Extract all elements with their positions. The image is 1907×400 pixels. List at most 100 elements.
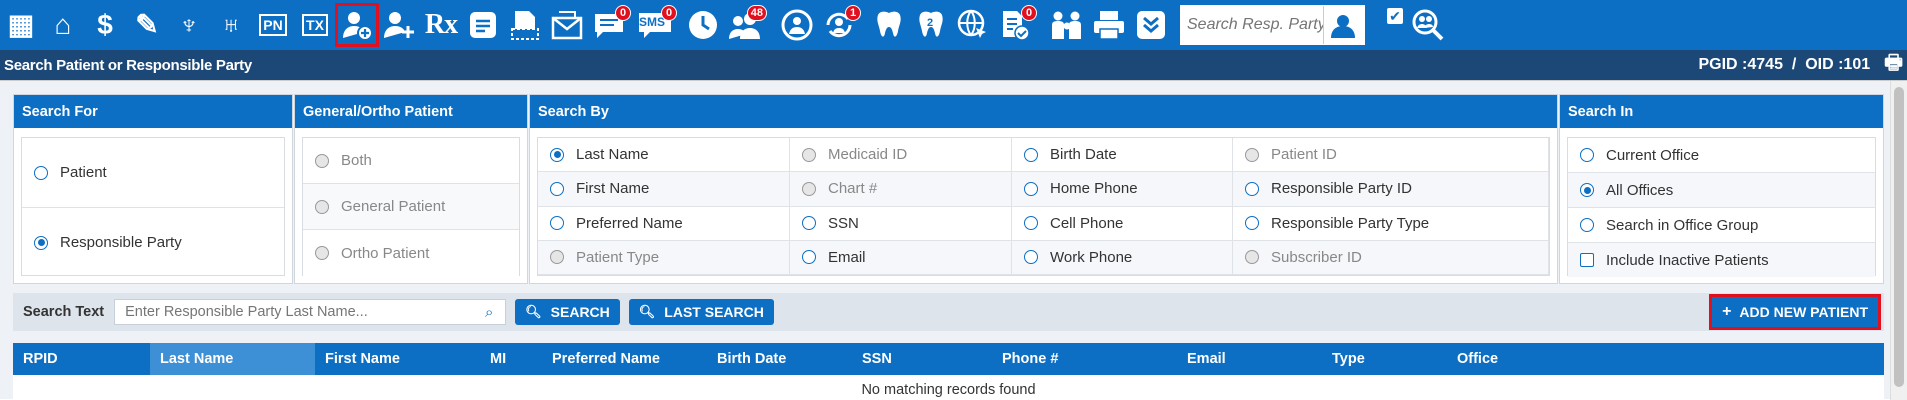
scrollbar-thumb[interactable] xyxy=(1894,87,1904,387)
search-by-responsible-party-id[interactable]: Responsible Party ID xyxy=(1233,172,1549,207)
radio-patient[interactable] xyxy=(34,165,48,180)
column-header-phone[interactable]: Phone # xyxy=(992,343,1177,375)
column-header-preferred-name[interactable]: Preferred Name xyxy=(542,343,707,375)
search-by-ssn[interactable]: SSN xyxy=(790,206,1012,241)
option-label: Patient Type xyxy=(576,248,660,266)
option-label: General Patient xyxy=(341,198,446,215)
globe-glyph xyxy=(781,9,813,41)
radio-general-patient xyxy=(315,199,329,214)
mail-icon[interactable] xyxy=(548,6,586,44)
radio-button[interactable] xyxy=(802,216,816,231)
column-header-ssn[interactable]: SSN xyxy=(852,343,992,375)
add-new-patient-button[interactable]: + ADD NEW PATIENT xyxy=(1709,294,1881,330)
messages-icon[interactable]: 0 xyxy=(590,5,631,44)
group-badge: 48 xyxy=(746,5,767,21)
search-by-cell-phone[interactable]: Cell Phone xyxy=(1012,206,1233,241)
radio-button[interactable] xyxy=(550,147,564,162)
search-in-office-group[interactable]: Search in Office Group xyxy=(1568,208,1875,243)
globe-cursor-icon[interactable] xyxy=(954,6,992,44)
radio-button[interactable] xyxy=(550,181,564,196)
tooth-2-icon[interactable]: 2 xyxy=(912,6,950,44)
include-inactive-patients[interactable]: Include Inactive Patients xyxy=(1568,243,1875,277)
printer-icon[interactable] xyxy=(1090,6,1128,44)
column-header-first-name[interactable]: First Name xyxy=(315,343,480,375)
sms-icon[interactable]: SMS 0 xyxy=(636,5,677,44)
add-patient-icon[interactable] xyxy=(335,3,379,47)
radio-button[interactable] xyxy=(1024,216,1038,231)
search-by-last-name[interactable]: Last Name xyxy=(538,138,790,173)
radio-button[interactable] xyxy=(1024,250,1038,265)
calendar-icon[interactable]: ▦ xyxy=(2,6,40,44)
search-by-first-name[interactable]: First Name xyxy=(538,172,790,207)
clock-icon[interactable] xyxy=(684,6,722,44)
checkbox-include-inactive[interactable] xyxy=(1580,253,1594,267)
search-icon[interactable]: ⌕ xyxy=(475,304,503,321)
expand-down-icon[interactable] xyxy=(1132,6,1170,44)
progress-notes-icon[interactable]: PN xyxy=(254,6,292,44)
tooth-chart-icon[interactable] xyxy=(870,6,908,44)
alert-refresh-icon[interactable]: 1 xyxy=(820,5,861,44)
filter-checkbox[interactable]: ✔ xyxy=(1387,8,1403,24)
radio-button[interactable] xyxy=(1024,181,1038,196)
search-by-chart: Chart # xyxy=(790,172,1012,207)
option-label: Responsible Party ID xyxy=(1271,180,1412,198)
group-search-icon[interactable] xyxy=(1409,6,1447,44)
column-header-email[interactable]: Email xyxy=(1177,343,1322,375)
radio-button[interactable] xyxy=(1245,181,1259,196)
radio-button[interactable] xyxy=(550,216,564,231)
group-icon[interactable]: 48 xyxy=(726,5,767,44)
radio-button[interactable] xyxy=(802,250,816,265)
family-icon[interactable] xyxy=(1048,6,1086,44)
search-by-email[interactable]: Email xyxy=(790,240,1012,275)
search-in-all-offices[interactable]: All Offices xyxy=(1568,173,1875,208)
search-by-responsible-party-type[interactable]: Responsible Party Type xyxy=(1233,206,1549,241)
vertical-scrollbar[interactable] xyxy=(1890,81,1907,400)
option-label: Last Name xyxy=(576,146,649,164)
radio-office-group[interactable] xyxy=(1580,218,1594,232)
column-header-rpid[interactable]: RPID xyxy=(13,343,150,375)
edit-list-icon[interactable]: ✎ xyxy=(128,6,166,44)
prescription-icon[interactable]: Rx xyxy=(422,6,460,44)
column-header-mi[interactable]: MI xyxy=(480,343,542,375)
column-header-type[interactable]: Type xyxy=(1322,343,1447,375)
option-label: Patient xyxy=(60,164,107,181)
document-print-icon[interactable] xyxy=(506,6,544,44)
search-text-input[interactable] xyxy=(115,304,476,320)
search-by-medicaid-id: Medicaid ID xyxy=(790,138,1012,173)
treatment-icon[interactable]: TX xyxy=(296,6,334,44)
dollar-icon[interactable]: $ xyxy=(86,6,124,44)
search-in-current-office[interactable]: Current Office xyxy=(1568,138,1875,173)
column-header-last-name[interactable]: Last Name xyxy=(150,343,315,375)
column-header-birth-date[interactable]: Birth Date xyxy=(707,343,852,375)
add-user-icon[interactable] xyxy=(380,6,418,44)
option-label: First Name xyxy=(576,180,650,198)
column-header-office[interactable]: Office xyxy=(1447,343,1582,375)
radio-button[interactable] xyxy=(1245,216,1259,231)
radio-both xyxy=(315,153,329,168)
radio-button[interactable] xyxy=(1024,147,1038,162)
family-glyph xyxy=(1052,11,1081,39)
resp-party-search-input[interactable] xyxy=(1181,16,1323,34)
search-button[interactable]: 🔍︎ SEARCH xyxy=(515,299,620,325)
search-row: Search Text ⌕ 🔍︎ SEARCH 🔍︎ LAST SEARCH + AD… xyxy=(13,293,1884,331)
search-for-responsible-party[interactable]: Responsible Party xyxy=(22,208,284,277)
radio-responsible-party[interactable] xyxy=(34,235,48,250)
home-icon[interactable]: ⌂ xyxy=(44,6,82,44)
ortho-tooth-icon[interactable]: ♅ xyxy=(212,6,250,44)
print-icon[interactable]: 🖶 xyxy=(1884,48,1903,82)
search-by-preferred-name[interactable]: Preferred Name xyxy=(538,206,790,241)
user-search-icon[interactable] xyxy=(1323,6,1361,44)
document-check-icon[interactable]: 0 xyxy=(996,5,1037,44)
search-by-home-phone[interactable]: Home Phone xyxy=(1012,172,1233,207)
search-by-birth-date[interactable]: Birth Date xyxy=(1012,138,1233,173)
option-label: Medicaid ID xyxy=(828,146,908,164)
globe-users-icon[interactable] xyxy=(778,6,816,44)
last-search-button[interactable]: 🔍︎ LAST SEARCH xyxy=(628,299,774,325)
tooth-icon[interactable]: ♆ xyxy=(170,6,208,44)
radio-current-office[interactable] xyxy=(1580,148,1594,162)
note-icon[interactable] xyxy=(464,6,502,44)
search-for-patient[interactable]: Patient xyxy=(22,138,284,208)
search-by-panel: Search By Last Name Medicaid ID Birth Date… xyxy=(529,94,1558,284)
radio-all-offices[interactable] xyxy=(1580,183,1594,197)
search-by-work-phone[interactable]: Work Phone xyxy=(1012,240,1233,275)
